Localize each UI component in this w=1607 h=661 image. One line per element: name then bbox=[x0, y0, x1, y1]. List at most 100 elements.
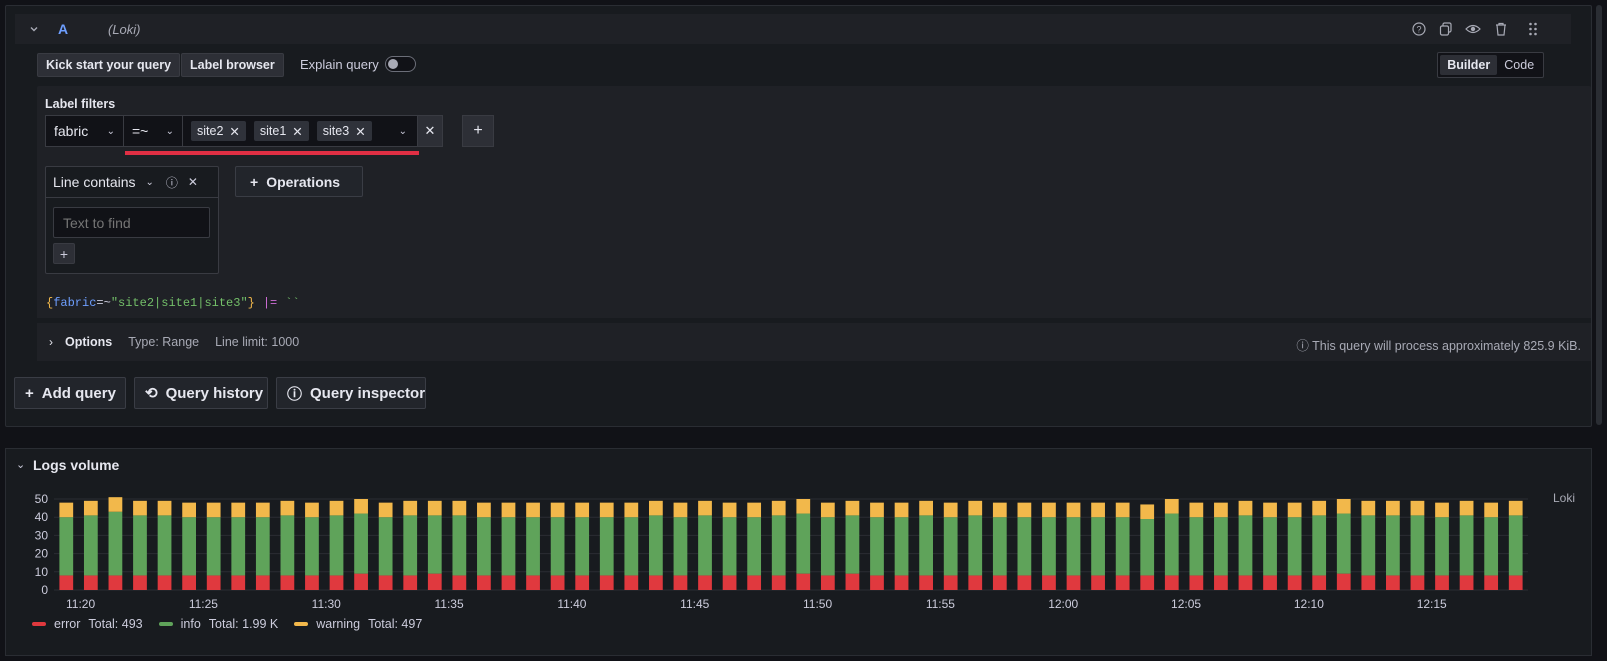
bar-error bbox=[231, 575, 246, 590]
bar-error bbox=[378, 575, 393, 590]
x-tick-label: 12:10 bbox=[1294, 597, 1324, 611]
bar-error bbox=[870, 575, 884, 590]
legend-swatch bbox=[32, 622, 46, 626]
bar-info bbox=[477, 517, 491, 576]
remove-chip-icon[interactable]: ✕ bbox=[292, 124, 302, 139]
bar-warning bbox=[1189, 502, 1204, 518]
add-param-button[interactable]: + bbox=[53, 243, 75, 264]
bar-info bbox=[59, 517, 74, 576]
y-tick-label: 50 bbox=[35, 492, 49, 506]
legend-item[interactable]: error Total: 493 bbox=[32, 617, 143, 631]
label-browser-button[interactable]: Label browser bbox=[181, 53, 284, 77]
explain-query-toggle[interactable] bbox=[385, 56, 416, 72]
bar-info bbox=[1164, 513, 1179, 576]
logs-volume-panel: ⌄ Logs volume Loki 0 10 20 30 40 50 11:20 11:25… bbox=[5, 448, 1592, 656]
scrollbar[interactable] bbox=[1596, 5, 1602, 425]
bar-info bbox=[1091, 517, 1105, 576]
bar-error bbox=[206, 575, 221, 590]
bar-info bbox=[427, 515, 442, 574]
operation-name[interactable]: Line contains bbox=[53, 174, 136, 190]
bar-error bbox=[182, 575, 196, 590]
remove-chip-icon[interactable]: ✕ bbox=[229, 124, 239, 139]
chevron-down-icon[interactable]: ⌄ bbox=[146, 177, 154, 188]
chip-label: site1 bbox=[259, 124, 287, 138]
options-row[interactable]: › Options Type: Range Line limit: 1000 ⓘ… bbox=[37, 323, 1591, 361]
chevron-right-icon[interactable]: › bbox=[49, 335, 53, 349]
bar-info bbox=[1140, 519, 1155, 576]
eye-icon[interactable] bbox=[1462, 18, 1484, 40]
bar-warning bbox=[1336, 499, 1351, 514]
add-query-button[interactable]: + Add query bbox=[14, 377, 126, 409]
bar-warning bbox=[796, 499, 811, 514]
value-chip: site3 ✕ bbox=[316, 121, 372, 141]
bar-warning bbox=[599, 502, 614, 518]
query-ref-id[interactable]: A bbox=[58, 21, 68, 37]
remove-filter-button[interactable]: ✕ bbox=[417, 115, 443, 147]
logs-volume-title[interactable]: Logs volume bbox=[33, 457, 119, 473]
text-to-find-input[interactable] bbox=[53, 207, 210, 238]
label-values-select[interactable]: site2 ✕ site1 ✕ site3 ✕ ⌄ bbox=[182, 115, 418, 147]
bar-error bbox=[157, 575, 172, 590]
bar-warning bbox=[206, 502, 221, 518]
query-inspector-button[interactable]: ⓘ Query inspector bbox=[276, 377, 426, 409]
preview-arg: `` bbox=[285, 296, 300, 310]
info-icon[interactable]: ⓘ bbox=[166, 174, 178, 191]
collapse-chevron-icon[interactable] bbox=[23, 18, 45, 40]
x-tick-label: 12:15 bbox=[1417, 597, 1447, 611]
help-icon[interactable]: ? bbox=[1408, 18, 1430, 40]
bar-warning bbox=[1091, 502, 1105, 518]
legend-item[interactable]: info Total: 1.99 K bbox=[158, 617, 279, 631]
bar-error bbox=[968, 575, 983, 590]
kick-start-button[interactable]: Kick start your query bbox=[37, 53, 181, 77]
y-tick-label: 40 bbox=[35, 510, 49, 524]
bar-error bbox=[354, 573, 368, 590]
bar-info bbox=[133, 515, 147, 576]
legend-name: info bbox=[180, 617, 201, 631]
bar-info bbox=[550, 517, 565, 576]
bar-warning bbox=[992, 502, 1007, 518]
x-tick-label: 12:05 bbox=[1171, 597, 1201, 611]
bar-info bbox=[649, 515, 663, 576]
remove-chip-icon[interactable]: ✕ bbox=[355, 124, 365, 139]
bar-info bbox=[575, 517, 590, 576]
bar-error bbox=[722, 575, 737, 590]
bar-info bbox=[157, 515, 172, 576]
query-history-label: Query history bbox=[165, 384, 264, 402]
bar-info bbox=[968, 515, 983, 576]
mode-builder-tab[interactable]: Builder bbox=[1440, 55, 1498, 75]
bar-warning bbox=[280, 500, 295, 516]
chip-label: site3 bbox=[322, 124, 350, 138]
close-icon[interactable]: ✕ bbox=[188, 175, 198, 189]
bar-error bbox=[649, 575, 663, 590]
bar-error bbox=[1508, 575, 1523, 590]
collapse-chevron-icon[interactable]: ⌄ bbox=[16, 458, 25, 471]
bar-warning bbox=[329, 500, 344, 516]
bar-info bbox=[206, 517, 221, 576]
label-key-select[interactable]: fabric ⌄ bbox=[45, 115, 124, 147]
query-history-button[interactable]: ⟲ Query history bbox=[134, 377, 268, 409]
mode-code-tab[interactable]: Code bbox=[1497, 55, 1541, 75]
add-filter-button[interactable]: + bbox=[462, 115, 494, 147]
bar-info bbox=[354, 513, 368, 574]
bar-error bbox=[305, 575, 319, 590]
operator-select[interactable]: =~ ⌄ bbox=[123, 115, 183, 147]
bar-warning bbox=[649, 500, 663, 516]
duplicate-icon[interactable] bbox=[1435, 18, 1457, 40]
bar-info bbox=[624, 517, 639, 576]
bar-info bbox=[1361, 515, 1376, 576]
label-key-value: fabric bbox=[54, 123, 89, 139]
bar-error bbox=[1263, 575, 1277, 590]
operations-button[interactable]: + Operations bbox=[235, 166, 363, 197]
bar-error bbox=[698, 575, 712, 590]
plus-icon: + bbox=[250, 173, 259, 190]
options-type: Type: Range bbox=[128, 335, 200, 349]
bar-info bbox=[820, 517, 835, 576]
bar-error bbox=[1189, 575, 1204, 590]
drag-handle-icon[interactable] bbox=[1522, 18, 1544, 40]
bar-warning bbox=[894, 502, 909, 518]
legend-total: Total: 1.99 K bbox=[208, 617, 279, 631]
trash-icon[interactable] bbox=[1490, 18, 1512, 40]
bar-warning bbox=[943, 502, 958, 518]
legend-item[interactable]: warning Total: 497 bbox=[294, 617, 422, 631]
bar-error bbox=[796, 573, 811, 590]
